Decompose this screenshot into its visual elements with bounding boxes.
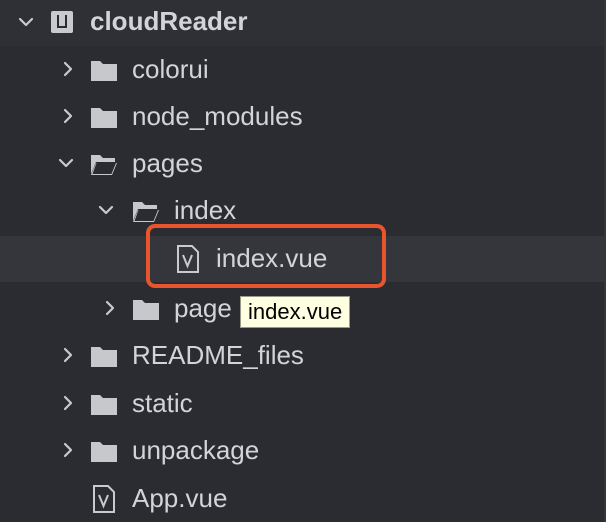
chevron-right-icon[interactable]	[60, 395, 76, 411]
chevron-down-icon[interactable]	[18, 14, 34, 30]
tree-item-label: page	[174, 293, 232, 323]
tree-item-label: static	[132, 388, 193, 418]
chevron-right-icon[interactable]	[60, 108, 76, 124]
tree-item-node-modules[interactable]: node_modules	[0, 94, 606, 140]
tree-item-label: unpackage	[132, 435, 260, 465]
tree-root-label: cloudReader	[90, 6, 248, 36]
folder-icon	[90, 439, 118, 463]
tree-root-cloudreader[interactable]: cloudReader	[0, 0, 606, 46]
tooltip: index.vue	[240, 296, 351, 328]
tree-item-label: node_modules	[132, 101, 303, 131]
file-tree: cloudReader colorui node_modules pages i…	[0, 0, 606, 522]
chevron-right-icon[interactable]	[60, 347, 76, 363]
tree-item-label: App.vue	[132, 483, 228, 513]
folder-icon	[90, 344, 118, 368]
tree-item-app-vue[interactable]: App.vue	[0, 476, 606, 522]
project-icon	[50, 10, 74, 34]
tree-item-label: colorui	[132, 54, 209, 84]
highlight-annotation-box	[146, 224, 386, 288]
chevron-right-icon[interactable]	[102, 300, 118, 316]
folder-icon	[90, 392, 118, 416]
chevron-down-icon[interactable]	[58, 155, 74, 171]
folder-icon	[90, 105, 118, 129]
tree-item-readme-files[interactable]: README_files	[0, 333, 606, 379]
folder-open-icon	[132, 199, 160, 223]
chevron-down-icon[interactable]	[98, 202, 114, 218]
tree-item-label: index	[174, 195, 237, 225]
vue-file-icon	[92, 485, 116, 513]
tree-item-label: pages	[132, 148, 203, 178]
chevron-right-icon[interactable]	[60, 442, 76, 458]
folder-icon	[90, 58, 118, 82]
tree-item-pages[interactable]: pages	[0, 141, 606, 187]
tree-item-label: README_files	[132, 340, 304, 370]
folder-open-icon	[90, 152, 118, 176]
folder-icon	[132, 297, 160, 321]
tree-item-static[interactable]: static	[0, 381, 606, 427]
chevron-right-icon[interactable]	[60, 61, 76, 77]
tree-item-colorui[interactable]: colorui	[0, 47, 606, 93]
tree-item-unpackage[interactable]: unpackage	[0, 428, 606, 474]
